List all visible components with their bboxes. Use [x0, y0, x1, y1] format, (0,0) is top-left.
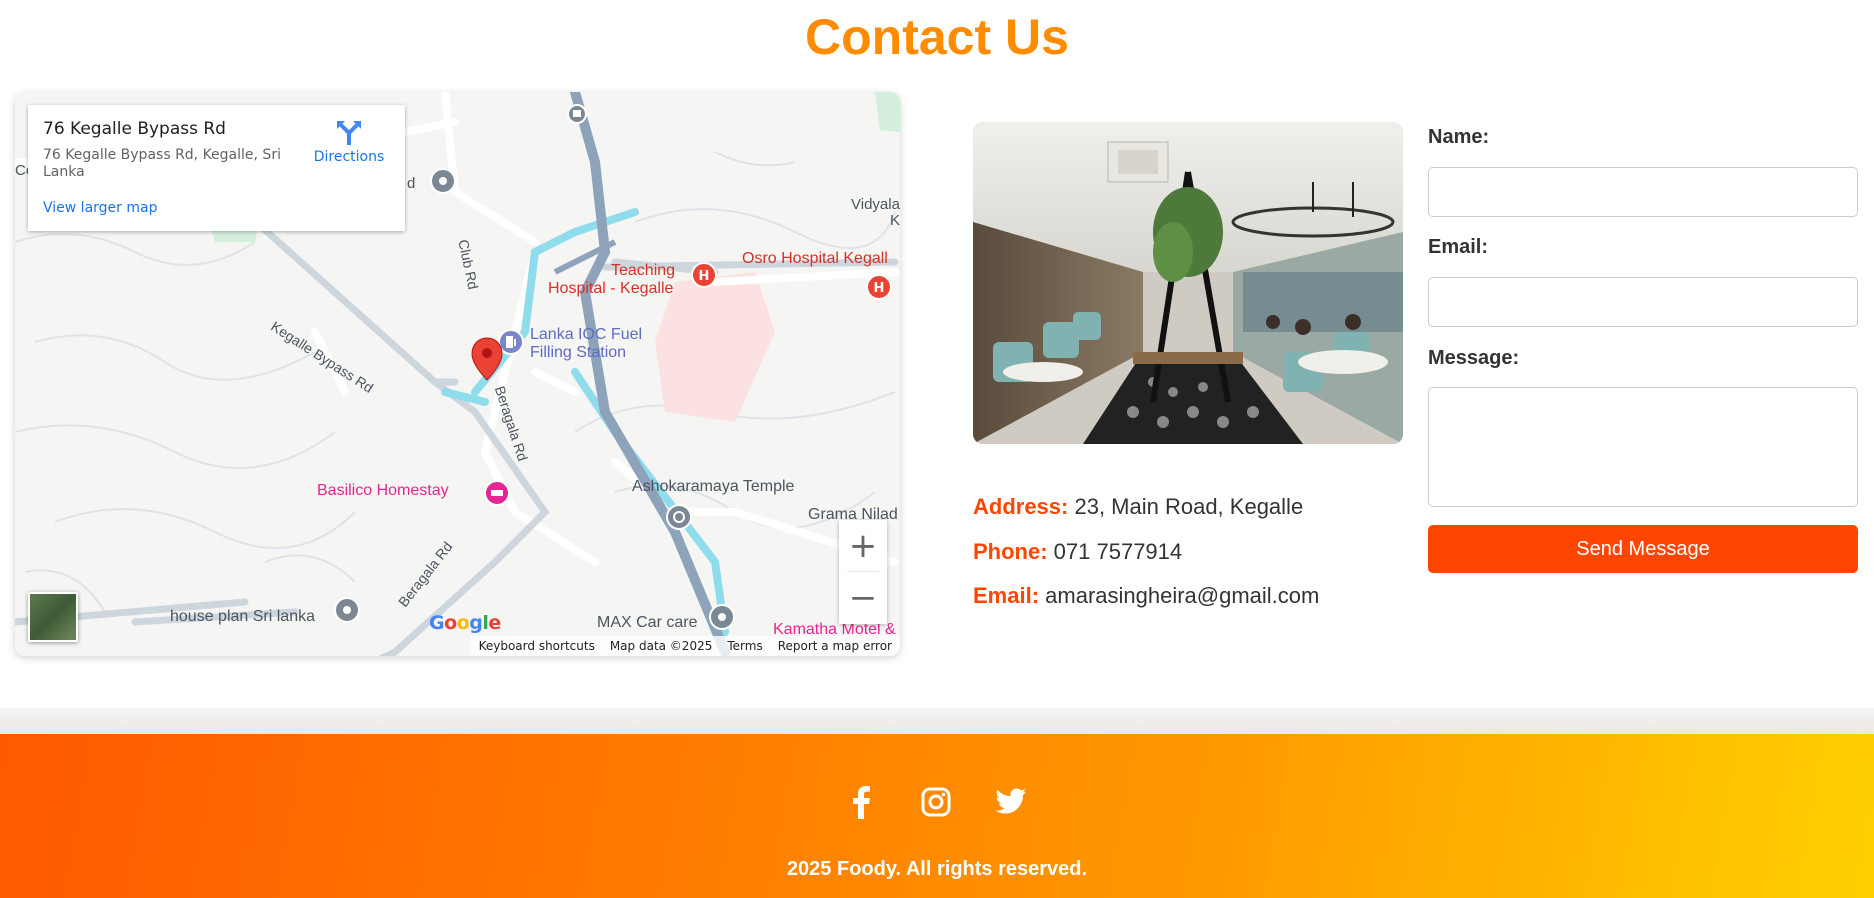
- homestay-marker-icon[interactable]: [484, 480, 510, 506]
- hospital-marker-icon[interactable]: H: [691, 262, 717, 292]
- embedded-map[interactable]: Kegalle Bypass Rd Club Rd Teaching Hospi…: [15, 92, 900, 656]
- facebook-icon[interactable]: [841, 782, 881, 822]
- map-label-teaching-hospital-2: Hospital - Kegalle: [548, 280, 674, 297]
- view-larger-map-link[interactable]: View larger map: [43, 200, 157, 216]
- map-label-lanka-ioc: Lanka IOC Fuel: [530, 326, 643, 343]
- email-input[interactable]: [1428, 277, 1858, 327]
- map-attribution-bar: Keyboard shortcuts Map data ©2025 Terms …: [470, 636, 900, 656]
- restaurant-photo: [973, 122, 1403, 444]
- satellite-view-toggle[interactable]: [28, 592, 78, 642]
- name-input[interactable]: [1428, 167, 1858, 217]
- footer-divider: [0, 708, 1874, 734]
- location-pin-icon[interactable]: [470, 336, 504, 382]
- directions-label: Directions: [313, 149, 385, 165]
- map-data-text: Map data ©2025: [609, 639, 713, 653]
- twitter-icon[interactable]: [991, 782, 1031, 822]
- instagram-icon[interactable]: [916, 782, 956, 822]
- phone-label: Phone:: [973, 539, 1048, 564]
- map-label-vidyala: Vidyala: [851, 196, 900, 213]
- page-title: Contact Us: [805, 9, 1069, 65]
- send-message-button[interactable]: Send Message: [1428, 525, 1858, 573]
- zoom-out-button[interactable]: −: [839, 572, 887, 624]
- bus-stop-icon[interactable]: [567, 104, 587, 124]
- report-map-error-link[interactable]: Report a map error: [778, 639, 892, 653]
- directions-icon: [337, 121, 361, 145]
- email-field-label: Email:: [1428, 236, 1489, 258]
- map-label-max-car: MAX Car care: [597, 614, 698, 631]
- map-zoom-controls: + −: [839, 520, 887, 624]
- email-line: Email: amarasingheira@gmail.com: [973, 583, 1319, 609]
- twitter-glyph: [995, 788, 1026, 814]
- map-label-d: d: [407, 175, 416, 192]
- restaurant-interior-image: [973, 122, 1403, 444]
- svg-text:H: H: [874, 281, 885, 296]
- map-label-k: K: [890, 212, 900, 229]
- map-place-card: 76 Kegalle Bypass Rd 76 Kegalle Bypass R…: [28, 105, 405, 231]
- place-marker-icon[interactable]: [430, 168, 456, 194]
- map-label-osro-hospital: Osro Hospital Kegall: [742, 250, 888, 267]
- address-value: 23, Main Road, Kegalle: [1068, 494, 1304, 519]
- directions-button[interactable]: Directions: [304, 119, 394, 165]
- facebook-glyph: [853, 786, 870, 819]
- svg-text:H: H: [699, 269, 710, 284]
- address-label: Address:: [973, 494, 1069, 519]
- google-logo: Google: [429, 612, 501, 634]
- terms-link[interactable]: Terms: [727, 639, 762, 653]
- map-place-name: 76 Kegalle Bypass Rd: [43, 119, 226, 139]
- map-place-address: 76 Kegalle Bypass Rd, Kegalle, Sri Lanka: [43, 147, 281, 180]
- place-marker-icon-3[interactable]: [709, 604, 735, 630]
- copyright-text: 2025 Foody. All rights reserved.: [786, 858, 1088, 880]
- map-label-teaching-hospital: Teaching: [611, 262, 676, 279]
- email-value: amarasingheira@gmail.com: [1039, 583, 1320, 608]
- site-footer: 2025 Foody. All rights reserved.: [0, 734, 1874, 898]
- phone-value: 071 7577914: [1047, 539, 1183, 564]
- message-field-label: Message:: [1428, 347, 1520, 369]
- map-label-basilico: Basilico Homestay: [317, 482, 449, 499]
- name-field-label: Name:: [1428, 126, 1490, 148]
- instagram-glyph: [921, 787, 951, 817]
- map-label-lanka-ioc-2: Filling Station: [530, 344, 627, 361]
- keyboard-shortcuts-link[interactable]: Keyboard shortcuts: [479, 639, 595, 653]
- hospital-marker-icon-2[interactable]: H: [866, 274, 892, 304]
- zoom-divider: [847, 571, 879, 572]
- map-label-house-plan: house plan Sri lanka: [170, 608, 315, 625]
- temple-marker-icon[interactable]: [666, 504, 692, 530]
- message-textarea[interactable]: [1428, 387, 1858, 507]
- email-label: Email:: [973, 583, 1040, 608]
- phone-line: Phone: 071 7577914: [973, 539, 1182, 565]
- place-marker-icon-2[interactable]: [334, 597, 360, 623]
- zoom-in-button[interactable]: +: [839, 520, 887, 572]
- address-line: Address: 23, Main Road, Kegalle: [973, 494, 1303, 520]
- map-label-ashokaramaya: Ashokaramaya Temple: [632, 478, 795, 495]
